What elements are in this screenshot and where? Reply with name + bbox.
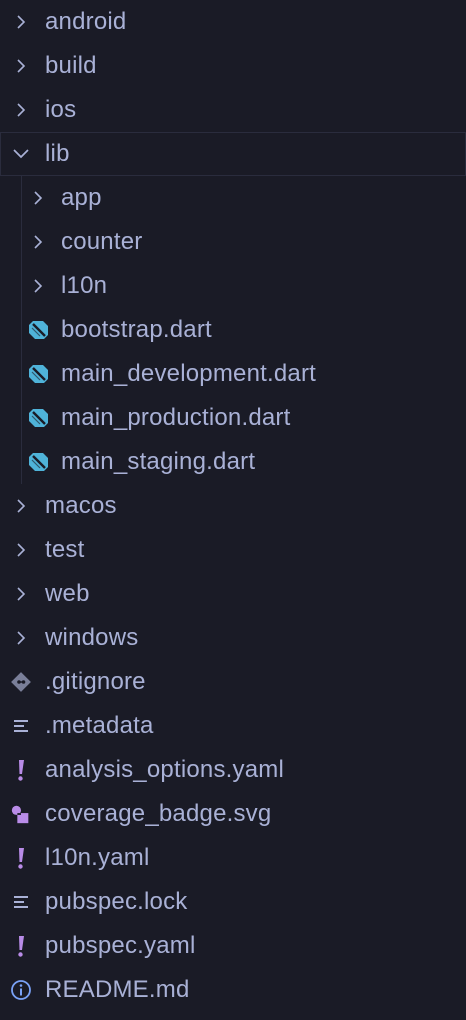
chevron-right-icon	[10, 583, 32, 605]
item-label: main_development.dart	[61, 360, 317, 387]
file-item-analysis-options-yaml[interactable]: analysis_options.yaml	[0, 748, 466, 792]
file-item-pubspec-yaml[interactable]: pubspec.yaml	[0, 924, 466, 968]
file-item-gitignore[interactable]: .gitignore	[0, 660, 466, 704]
dart-icon	[27, 407, 49, 429]
chevron-right-icon	[10, 495, 32, 517]
chevron-right-icon	[10, 99, 32, 121]
chevron-right-icon	[10, 11, 32, 33]
folder-item-windows[interactable]: windows	[0, 616, 466, 660]
exclamation-icon	[10, 759, 32, 781]
folder-item-android[interactable]: android	[0, 0, 466, 44]
item-label: counter	[61, 228, 143, 255]
file-explorer-tree: android build ios lib app counter l10n bootstra…	[0, 0, 466, 1020]
item-label: main_production.dart	[61, 404, 291, 431]
chevron-right-icon	[27, 231, 49, 253]
folder-item-lib[interactable]: lib	[0, 132, 466, 176]
item-label: l10n.yaml	[45, 844, 150, 871]
svg-shapes-icon	[10, 803, 32, 825]
item-label: .metadata	[45, 712, 154, 739]
folder-item-counter[interactable]: counter	[0, 220, 466, 264]
file-item-coverage-badge-svg[interactable]: coverage_badge.svg	[0, 792, 466, 836]
dart-icon	[27, 319, 49, 341]
folder-item-l10n[interactable]: l10n	[0, 264, 466, 308]
chevron-right-icon	[27, 275, 49, 297]
chevron-right-icon	[10, 55, 32, 77]
file-item-l10n-yaml[interactable]: l10n.yaml	[0, 836, 466, 880]
dart-icon	[27, 363, 49, 385]
item-label: macos	[45, 492, 117, 519]
item-label: app	[61, 184, 102, 211]
file-item-bootstrap-dart[interactable]: bootstrap.dart	[0, 308, 466, 352]
chevron-down-icon	[10, 143, 32, 165]
file-item-main-staging-dart[interactable]: main_staging.dart	[0, 440, 466, 484]
item-label: pubspec.lock	[45, 888, 188, 915]
exclamation-icon	[10, 935, 32, 957]
lines-icon	[10, 891, 32, 913]
file-item-metadata[interactable]: .metadata	[0, 704, 466, 748]
item-label: build	[45, 52, 97, 79]
item-label: pubspec.yaml	[45, 932, 196, 959]
item-label: analysis_options.yaml	[45, 756, 284, 783]
folder-item-macos[interactable]: macos	[0, 484, 466, 528]
item-label: bootstrap.dart	[61, 316, 212, 343]
item-label: .gitignore	[45, 668, 146, 695]
file-item-main-development-dart[interactable]: main_development.dart	[0, 352, 466, 396]
chevron-right-icon	[10, 627, 32, 649]
folder-item-build[interactable]: build	[0, 44, 466, 88]
item-label: web	[45, 580, 90, 607]
item-label: README.md	[45, 976, 190, 1003]
item-label: test	[45, 536, 85, 563]
git-icon	[10, 671, 32, 693]
file-item-pubspec-lock[interactable]: pubspec.lock	[0, 880, 466, 924]
info-icon	[10, 979, 32, 1001]
folder-item-app[interactable]: app	[0, 176, 466, 220]
item-label: windows	[45, 624, 139, 651]
item-label: coverage_badge.svg	[45, 800, 272, 827]
item-label: main_staging.dart	[61, 448, 256, 475]
file-item-readme-md[interactable]: README.md	[0, 968, 466, 1012]
item-label: lib	[45, 140, 70, 167]
file-item-main-production-dart[interactable]: main_production.dart	[0, 396, 466, 440]
item-label: android	[45, 8, 127, 35]
dart-icon	[27, 451, 49, 473]
folder-item-test[interactable]: test	[0, 528, 466, 572]
folder-item-web[interactable]: web	[0, 572, 466, 616]
item-label: ios	[45, 96, 77, 123]
folder-item-ios[interactable]: ios	[0, 88, 466, 132]
chevron-right-icon	[10, 539, 32, 561]
item-label: l10n	[61, 272, 108, 299]
lines-icon	[10, 715, 32, 737]
exclamation-icon	[10, 847, 32, 869]
chevron-right-icon	[27, 187, 49, 209]
